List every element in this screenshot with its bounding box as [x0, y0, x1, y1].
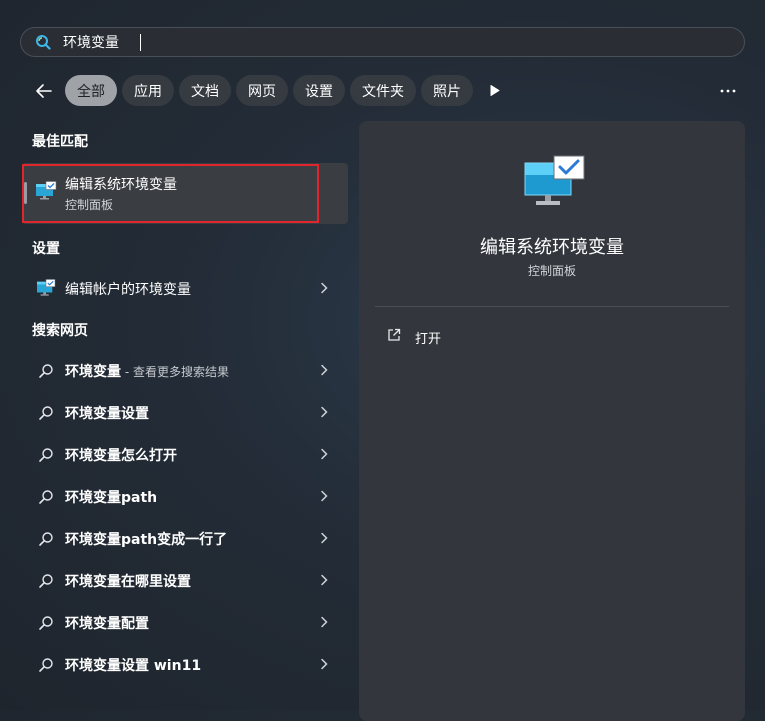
- more-options-icon[interactable]: [720, 88, 736, 94]
- filter-chip-web[interactable]: 网页: [236, 75, 288, 106]
- settings-item-edit-account-env[interactable]: 编辑帐户的环境变量: [22, 268, 348, 308]
- open-action[interactable]: 打开: [379, 321, 579, 351]
- web-result-item[interactable]: 环境变量在哪里设置: [22, 560, 348, 600]
- web-result-query: 环境变量配置: [65, 616, 149, 632]
- filter-chip-settings[interactable]: 设置: [293, 75, 345, 106]
- filter-chips: 全部 应用 文档 网页 设置 文件夹 照片: [65, 75, 473, 106]
- search-icon: [39, 448, 53, 462]
- best-match-title: 编辑系统环境变量: [65, 177, 177, 193]
- monitor-check-icon: [37, 279, 56, 296]
- best-match-item[interactable]: 编辑系统环境变量 控制面板: [22, 163, 348, 224]
- web-result-query: 环境变量设置 win11: [65, 658, 202, 674]
- chevron-right-icon: [321, 364, 328, 376]
- web-result-item[interactable]: 环境变量path: [22, 476, 348, 516]
- web-result-query: 环境变量: [65, 364, 121, 380]
- section-title-best-match: 最佳匹配: [32, 134, 88, 150]
- search-icon: [39, 658, 53, 672]
- text-caret: [140, 34, 141, 51]
- chevron-right-icon: [321, 490, 328, 502]
- preview-title: 编辑系统环境变量: [480, 237, 624, 258]
- web-result-query: 环境变量path: [65, 490, 158, 506]
- search-box[interactable]: [20, 27, 745, 57]
- filter-chip-photos[interactable]: 照片: [421, 75, 473, 106]
- filter-chip-all[interactable]: 全部: [65, 75, 117, 106]
- web-result-suffix: - 查看更多搜索结果: [121, 365, 229, 379]
- best-match-subtitle: 控制面板: [65, 198, 114, 212]
- preview-subtitle: 控制面板: [527, 264, 576, 278]
- web-result-item[interactable]: 环境变量设置 win11: [22, 644, 348, 684]
- divider: [375, 306, 729, 307]
- web-result-item[interactable]: 环境变量path变成一行了: [22, 518, 348, 558]
- chevron-right-icon: [321, 282, 328, 294]
- search-icon: [39, 406, 53, 420]
- web-result-query: 环境变量设置: [65, 406, 149, 422]
- selection-indicator: [24, 182, 27, 204]
- web-result-query: 环境变量在哪里设置: [65, 574, 191, 590]
- search-icon: [39, 616, 53, 630]
- filter-chip-apps[interactable]: 应用: [122, 75, 174, 106]
- open-external-icon: [388, 328, 401, 341]
- monitor-check-icon: [524, 155, 585, 205]
- search-icon: [39, 574, 53, 588]
- web-result-item[interactable]: 环境变量设置: [22, 392, 348, 432]
- section-title-settings: 设置: [32, 241, 60, 257]
- web-result-item[interactable]: 环境变量配置: [22, 602, 348, 642]
- chevron-right-icon: [321, 532, 328, 544]
- open-action-label: 打开: [415, 332, 442, 347]
- preview-panel: 编辑系统环境变量 控制面板 打开: [359, 121, 745, 721]
- web-result-query: 环境变量path变成一行了: [65, 532, 228, 548]
- section-title-web: 搜索网页: [32, 323, 88, 339]
- search-input[interactable]: [63, 32, 723, 52]
- search-icon: [39, 490, 53, 504]
- chevron-right-icon: [321, 574, 328, 586]
- web-result-query: 环境变量怎么打开: [65, 448, 177, 464]
- filter-chip-folders[interactable]: 文件夹: [350, 75, 416, 106]
- web-result-item[interactable]: 环境变量 - 查看更多搜索结果: [22, 350, 348, 390]
- back-arrow-icon[interactable]: [34, 81, 54, 101]
- chevron-right-icon: [321, 658, 328, 670]
- search-icon: [39, 364, 53, 378]
- search-icon: [39, 532, 53, 546]
- chevron-right-icon: [321, 448, 328, 460]
- search-icon: [36, 35, 51, 50]
- monitor-check-icon: [36, 181, 57, 200]
- web-result-item[interactable]: 环境变量怎么打开: [22, 434, 348, 474]
- chevron-right-icon: [321, 406, 328, 418]
- chevron-right-icon: [321, 616, 328, 628]
- settings-item-label: 编辑帐户的环境变量: [65, 282, 191, 298]
- play-icon[interactable]: [489, 84, 501, 97]
- filter-chip-documents[interactable]: 文档: [179, 75, 231, 106]
